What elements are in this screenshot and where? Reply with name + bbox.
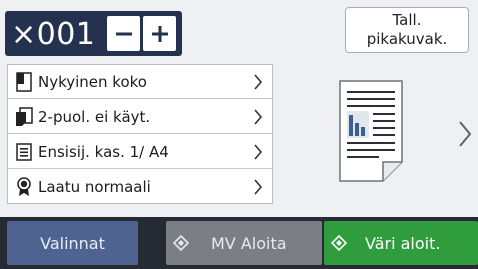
options-button-label: Valinnat: [40, 233, 105, 253]
copies-value: ×001: [11, 17, 96, 52]
mono-start-label: MV Aloita: [211, 233, 287, 253]
chevron-right-icon: [250, 143, 266, 160]
mono-start-button[interactable]: MV Aloita: [166, 221, 322, 265]
chevron-right-icon: [250, 179, 266, 195]
save-shortcut-line1: Tall.: [392, 11, 422, 29]
chevron-right-icon: [250, 108, 266, 125]
save-shortcut-line2: pikakuvak.: [366, 30, 448, 48]
copies-counter: ×001: [5, 11, 182, 56]
setting-row-duplex[interactable]: 2-puol. ei käyt.: [8, 100, 272, 134]
minus-icon: [115, 25, 133, 43]
setting-label-tray: Ensisij. kas. 1/ A4: [38, 142, 169, 161]
start-diamond-icon: [331, 235, 347, 251]
start-diamond-icon: [173, 235, 189, 251]
setting-row-paper-size[interactable]: Nykyinen koko: [8, 65, 272, 99]
setting-row-quality[interactable]: Laatu normaali: [8, 170, 272, 204]
document-preview-icon: [339, 80, 403, 182]
next-page-chevron-icon[interactable]: [458, 120, 472, 152]
setting-row-tray[interactable]: Ensisij. kas. 1/ A4: [8, 135, 272, 169]
chevron-right-icon: [250, 73, 266, 90]
setting-label-quality: Laatu normaali: [38, 178, 151, 196]
setting-label-duplex: 2-puol. ei käyt.: [38, 107, 151, 126]
save-shortcut-button[interactable]: Tall. pikakuvak.: [345, 7, 469, 53]
increase-copies-button[interactable]: [143, 16, 176, 51]
page-size-icon: [13, 71, 35, 93]
tray-icon: [13, 141, 35, 163]
setting-label-paper-size: Nykyinen koko: [38, 72, 147, 91]
options-button[interactable]: Valinnat: [7, 221, 138, 265]
color-start-button[interactable]: Väri aloit.: [324, 221, 478, 265]
decrease-copies-button[interactable]: [107, 16, 140, 51]
quality-ribbon-icon: [13, 176, 35, 198]
color-start-label: Väri aloit.: [365, 233, 441, 253]
bottom-action-bar: Valinnat MV Aloita Väri aloit.: [0, 217, 478, 269]
duplex-icon: [13, 106, 35, 128]
copy-settings-list: Nykyinen koko 2-puol. ei käyt. Ensisij. …: [7, 64, 273, 204]
plus-icon: [151, 25, 169, 43]
